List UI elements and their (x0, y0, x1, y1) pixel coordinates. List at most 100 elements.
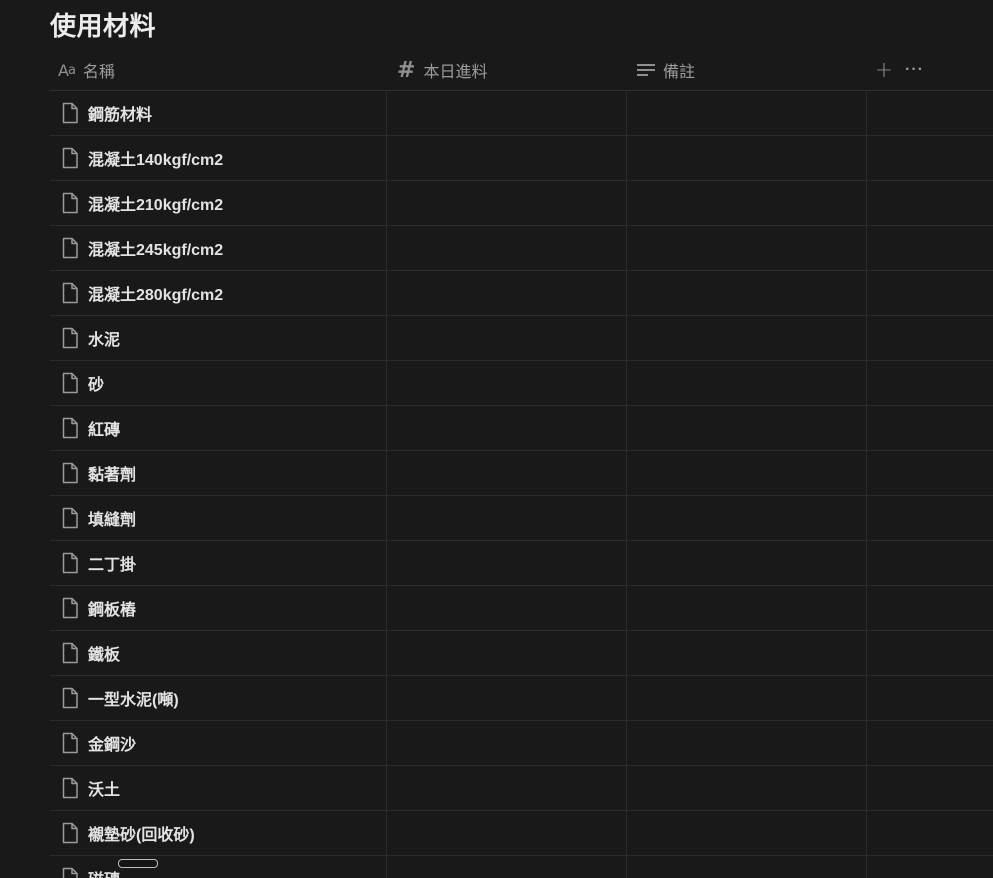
table-row[interactable]: 砂 (50, 361, 993, 406)
qty-cell[interactable] (386, 271, 626, 315)
page-title: 使用材料 (50, 11, 157, 41)
name-cell[interactable]: 混凝土245kgf/cm2 (50, 226, 386, 270)
page-icon (60, 192, 80, 214)
qty-cell[interactable] (386, 181, 626, 225)
qty-cell[interactable] (386, 811, 626, 855)
table-row[interactable]: 沃土 (50, 766, 993, 811)
table-row[interactable]: 混凝土210kgf/cm2 (50, 181, 993, 226)
table-row[interactable]: 鋼筋材料 (50, 91, 993, 136)
name-cell[interactable]: 二丁掛 (50, 541, 386, 585)
page-icon (60, 552, 80, 574)
note-cell[interactable] (626, 91, 866, 135)
table-row[interactable]: 水泥 (50, 316, 993, 361)
name-cell[interactable]: 混凝土280kgf/cm2 (50, 271, 386, 315)
empty-cell (866, 451, 993, 495)
name-cell[interactable]: 混凝土210kgf/cm2 (50, 181, 386, 225)
name-cell[interactable]: 一型水泥(噸) (50, 676, 386, 720)
column-header-note[interactable]: 備註 (626, 50, 866, 90)
name-cell[interactable]: 黏著劑 (50, 451, 386, 495)
qty-cell[interactable] (386, 496, 626, 540)
note-cell[interactable] (626, 316, 866, 360)
qty-cell[interactable] (386, 361, 626, 405)
name-cell[interactable]: 鐵板 (50, 631, 386, 675)
note-cell[interactable] (626, 856, 866, 878)
note-cell[interactable] (626, 766, 866, 810)
table-row[interactable]: 金鋼沙 (50, 721, 993, 766)
database-table: Aa 名稱 # 本日進料 備註 + ··· 鋼筋材料 混凝土140kgf/cm2… (50, 50, 993, 878)
table-row[interactable]: 填縫劑 (50, 496, 993, 541)
page-icon (60, 237, 80, 259)
note-cell[interactable] (626, 226, 866, 270)
empty-cell (866, 811, 993, 855)
table-row[interactable]: 混凝土245kgf/cm2 (50, 226, 993, 271)
qty-cell[interactable] (386, 856, 626, 878)
qty-cell[interactable] (386, 766, 626, 810)
name-cell[interactable]: 紅磚 (50, 406, 386, 450)
name-cell[interactable]: 鋼板樁 (50, 586, 386, 630)
table-row[interactable]: 磁磚 (50, 856, 993, 878)
qty-cell[interactable] (386, 541, 626, 585)
qty-cell[interactable] (386, 136, 626, 180)
table-row[interactable]: 黏著劑 (50, 451, 993, 496)
note-cell[interactable] (626, 406, 866, 450)
name-cell[interactable]: 沃土 (50, 766, 386, 810)
empty-cell (866, 721, 993, 765)
note-cell[interactable] (626, 496, 866, 540)
note-cell[interactable] (626, 181, 866, 225)
qty-cell[interactable] (386, 91, 626, 135)
more-options-icon[interactable]: ··· (905, 61, 924, 79)
note-cell[interactable] (626, 586, 866, 630)
table-row[interactable]: 鋼板樁 (50, 586, 993, 631)
empty-cell (866, 676, 993, 720)
name-cell[interactable]: 金鋼沙 (50, 721, 386, 765)
note-cell[interactable] (626, 631, 866, 675)
note-cell[interactable] (626, 676, 866, 720)
name-cell[interactable]: 鋼筋材料 (50, 91, 386, 135)
note-cell[interactable] (626, 271, 866, 315)
qty-cell[interactable] (386, 406, 626, 450)
name-cell[interactable]: 襯墊砂(回收砂) (50, 811, 386, 855)
name-cell[interactable]: 混凝土140kgf/cm2 (50, 136, 386, 180)
qty-cell[interactable] (386, 631, 626, 675)
database-page: 使用材料 Aa 名稱 # 本日進料 備註 + ··· 鋼筋材料 混凝土140kg… (0, 0, 993, 878)
qty-cell[interactable] (386, 721, 626, 765)
note-cell[interactable] (626, 811, 866, 855)
table-row[interactable]: 襯墊砂(回收砂) (50, 811, 993, 856)
empty-cell (866, 271, 993, 315)
name-cell[interactable]: 磁磚 (50, 856, 386, 878)
column-header-name[interactable]: Aa 名稱 (50, 50, 386, 90)
page-icon (60, 822, 80, 844)
note-cell[interactable] (626, 451, 866, 495)
table-row[interactable]: 一型水泥(噸) (50, 676, 993, 721)
row-name: 一型水泥(噸) (88, 692, 179, 709)
qty-cell[interactable] (386, 586, 626, 630)
table-row[interactable]: 鐵板 (50, 631, 993, 676)
qty-cell[interactable] (386, 226, 626, 270)
table-row[interactable]: 混凝土280kgf/cm2 (50, 271, 993, 316)
empty-cell (866, 631, 993, 675)
note-cell[interactable] (626, 361, 866, 405)
add-property-icon[interactable]: + (875, 58, 893, 83)
page-icon (60, 687, 80, 709)
qty-cell[interactable] (386, 451, 626, 495)
name-cell[interactable]: 填縫劑 (50, 496, 386, 540)
table-row[interactable]: 紅磚 (50, 406, 993, 451)
empty-cell (866, 856, 993, 878)
table-row[interactable]: 混凝土140kgf/cm2 (50, 136, 993, 181)
row-name: 黏著劑 (88, 467, 137, 484)
row-name: 砂 (88, 377, 105, 394)
column-header-qty[interactable]: # 本日進料 (386, 50, 626, 90)
horizontal-scrollbar[interactable] (118, 859, 158, 868)
note-cell[interactable] (626, 541, 866, 585)
row-name: 襯墊砂(回收砂) (88, 827, 195, 844)
table-row[interactable]: 二丁掛 (50, 541, 993, 586)
qty-cell[interactable] (386, 676, 626, 720)
row-name: 混凝土245kgf/cm2 (88, 242, 224, 259)
note-cell[interactable] (626, 721, 866, 765)
table-header: Aa 名稱 # 本日進料 備註 + ··· (50, 50, 993, 91)
note-cell[interactable] (626, 136, 866, 180)
name-cell[interactable]: 砂 (50, 361, 386, 405)
qty-cell[interactable] (386, 316, 626, 360)
name-cell[interactable]: 水泥 (50, 316, 386, 360)
empty-cell (866, 586, 993, 630)
